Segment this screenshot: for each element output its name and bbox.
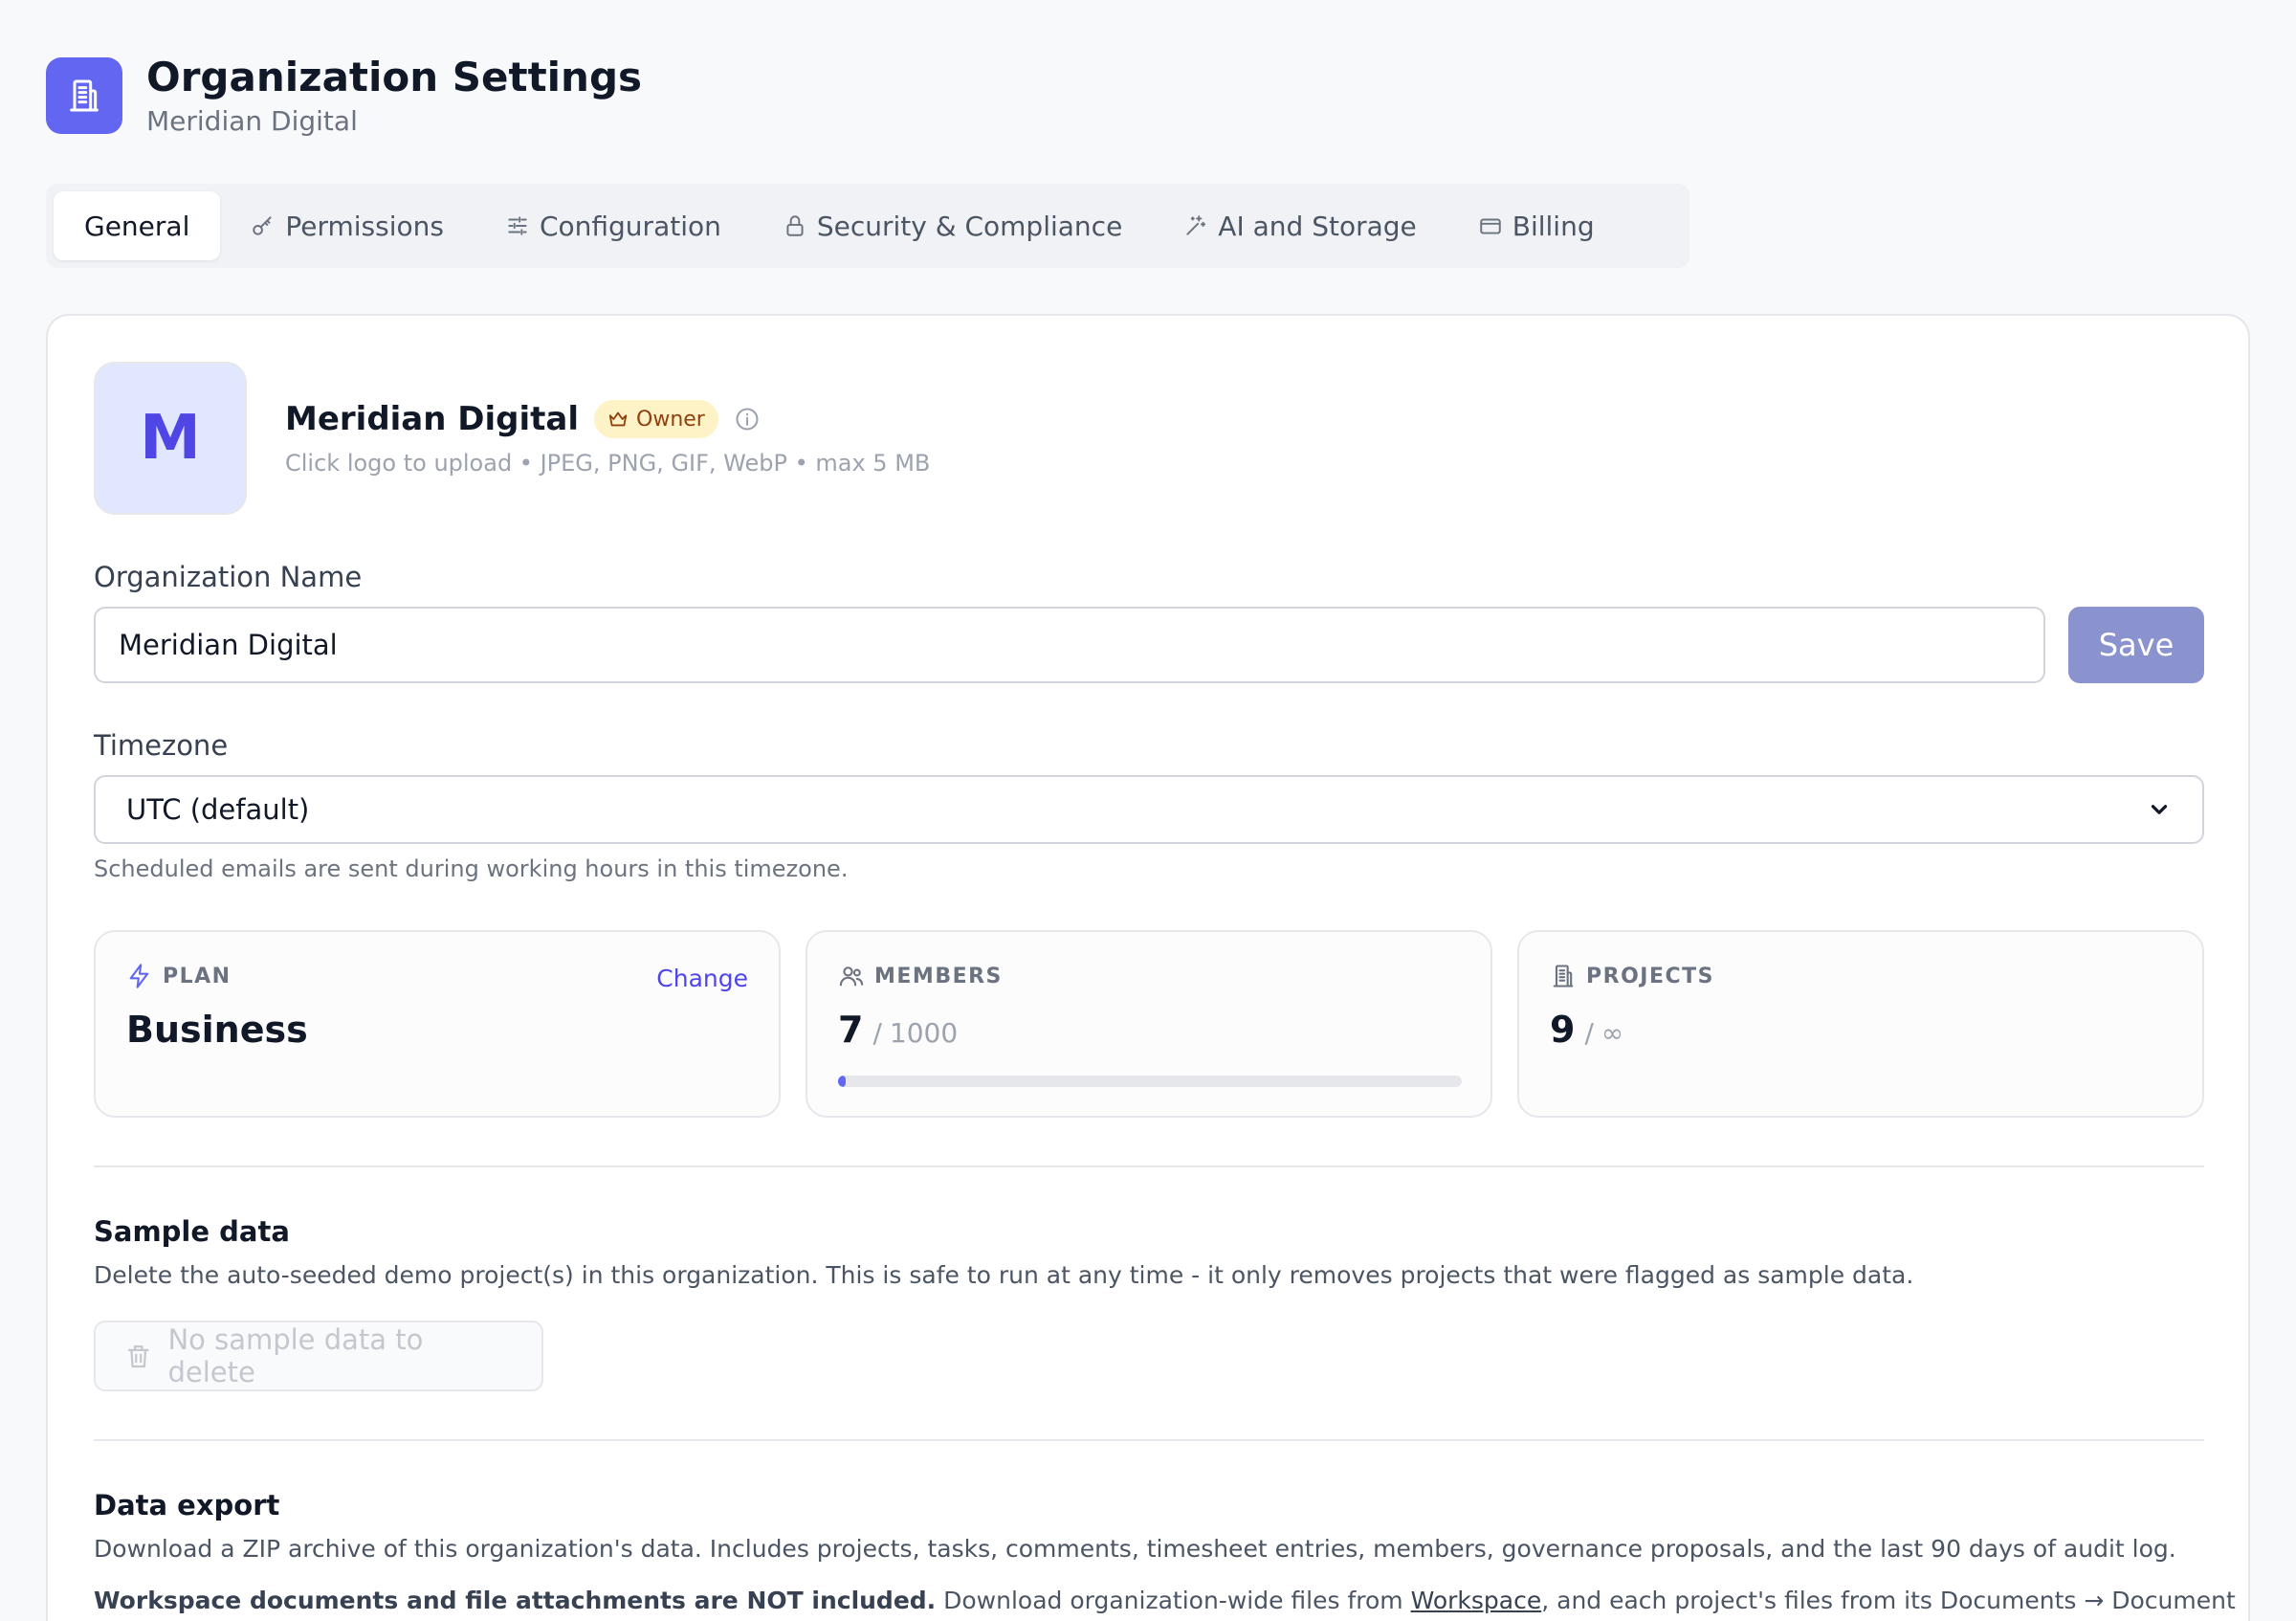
- settings-card: M Meridian Digital Owner Click logo to u…: [46, 314, 2250, 1621]
- org-name: Meridian Digital: [285, 400, 580, 438]
- tab-label: General: [84, 210, 190, 242]
- tab-bar: General Permissions Configuration Securi…: [46, 184, 1689, 268]
- tab-billing[interactable]: Billing: [1447, 191, 1625, 260]
- timezone-selected: UTC (default): [126, 793, 310, 826]
- workspace-link[interactable]: Workspace: [1411, 1587, 1542, 1614]
- owner-badge: Owner: [594, 400, 718, 438]
- projects-count: 9: [1550, 1009, 1576, 1051]
- projects-card: PROJECTS 9 / ∞: [1517, 930, 2204, 1118]
- projects-label: PROJECTS: [1586, 964, 1714, 988]
- tab-label: Security & Compliance: [816, 210, 1123, 242]
- org-name-input[interactable]: [94, 607, 2045, 683]
- save-button[interactable]: Save: [2068, 607, 2204, 683]
- delete-sample-data-button[interactable]: No sample data to delete: [94, 1321, 543, 1391]
- data-export-note: Workspace documents and file attachments…: [94, 1587, 2236, 1614]
- sliders-icon: [508, 216, 527, 235]
- plan-card: PLAN Change Business: [94, 930, 781, 1118]
- tab-label: AI and Storage: [1218, 210, 1417, 242]
- crown-icon: [608, 411, 628, 427]
- page-subtitle: Meridian Digital: [146, 105, 358, 138]
- timezone-select[interactable]: UTC (default): [94, 775, 2204, 844]
- key-icon: [253, 216, 272, 235]
- building-icon: [46, 56, 122, 134]
- export-note-bold: Workspace documents and file attachments…: [94, 1587, 937, 1614]
- projects-separator: /: [1584, 1017, 1594, 1049]
- timezone-label: Timezone: [94, 729, 229, 762]
- upload-hint: Click logo to upload • JPEG, PNG, GIF, W…: [285, 450, 931, 477]
- members-card: MEMBERS 7 / 1000: [806, 930, 1492, 1118]
- plan-label: PLAN: [163, 964, 232, 988]
- tab-ai-storage[interactable]: AI and Storage: [1153, 191, 1446, 260]
- users-icon: [839, 966, 864, 987]
- credit-card-icon: [1480, 218, 1501, 234]
- chevron-down-icon: [2151, 805, 2168, 814]
- projects-limit: ∞: [1601, 1017, 1624, 1049]
- lock-icon: [786, 215, 804, 236]
- owner-badge-label: Owner: [636, 407, 705, 432]
- tab-permissions[interactable]: Permissions: [220, 191, 475, 260]
- building-icon: [1553, 965, 1574, 988]
- sparkles-icon: [1186, 215, 1206, 235]
- section-divider: [94, 1166, 2204, 1167]
- lightning-icon: [129, 964, 149, 988]
- org-info: Meridian Digital Owner Click logo to upl…: [285, 400, 930, 477]
- tab-configuration[interactable]: Configuration: [475, 191, 752, 260]
- tab-label: Configuration: [539, 210, 721, 242]
- page-title: Organization Settings: [146, 54, 643, 100]
- plan-value: Business: [126, 1009, 308, 1051]
- members-limit: 1000: [889, 1017, 959, 1049]
- tab-general[interactable]: General: [54, 191, 221, 260]
- page-header: Organization Settings Meridian Digital: [46, 54, 642, 137]
- info-icon[interactable]: [734, 406, 761, 433]
- org-logo-upload[interactable]: M: [94, 362, 247, 515]
- org-name-label: Organization Name: [94, 561, 363, 593]
- export-note-text: Download organization-wide files from: [936, 1587, 1411, 1614]
- tab-label: Permissions: [285, 210, 444, 242]
- data-export-title: Data export: [94, 1489, 280, 1521]
- sample-data-description: Delete the auto-seeded demo project(s) i…: [94, 1261, 1914, 1289]
- tab-security-compliance[interactable]: Security & Compliance: [752, 191, 1153, 260]
- sample-data-title: Sample data: [94, 1215, 290, 1248]
- members-separator: /: [872, 1017, 882, 1049]
- timezone-hint: Scheduled emails are sent during working…: [94, 855, 849, 882]
- export-note-text: , and each project's files from its Docu…: [1541, 1587, 2236, 1614]
- members-count: 7: [838, 1009, 864, 1051]
- data-export-description: Download a ZIP archive of this organizat…: [94, 1535, 2176, 1563]
- members-progress-fill: [838, 1076, 846, 1087]
- members-progress-bar: [838, 1076, 1462, 1087]
- section-divider: [94, 1439, 2204, 1441]
- tab-label: Billing: [1512, 210, 1595, 242]
- delete-button-label: No sample data to delete: [167, 1323, 424, 1388]
- trash-icon: [127, 1345, 149, 1368]
- change-plan-link[interactable]: Change: [656, 965, 748, 992]
- members-label: MEMBERS: [874, 964, 1003, 988]
